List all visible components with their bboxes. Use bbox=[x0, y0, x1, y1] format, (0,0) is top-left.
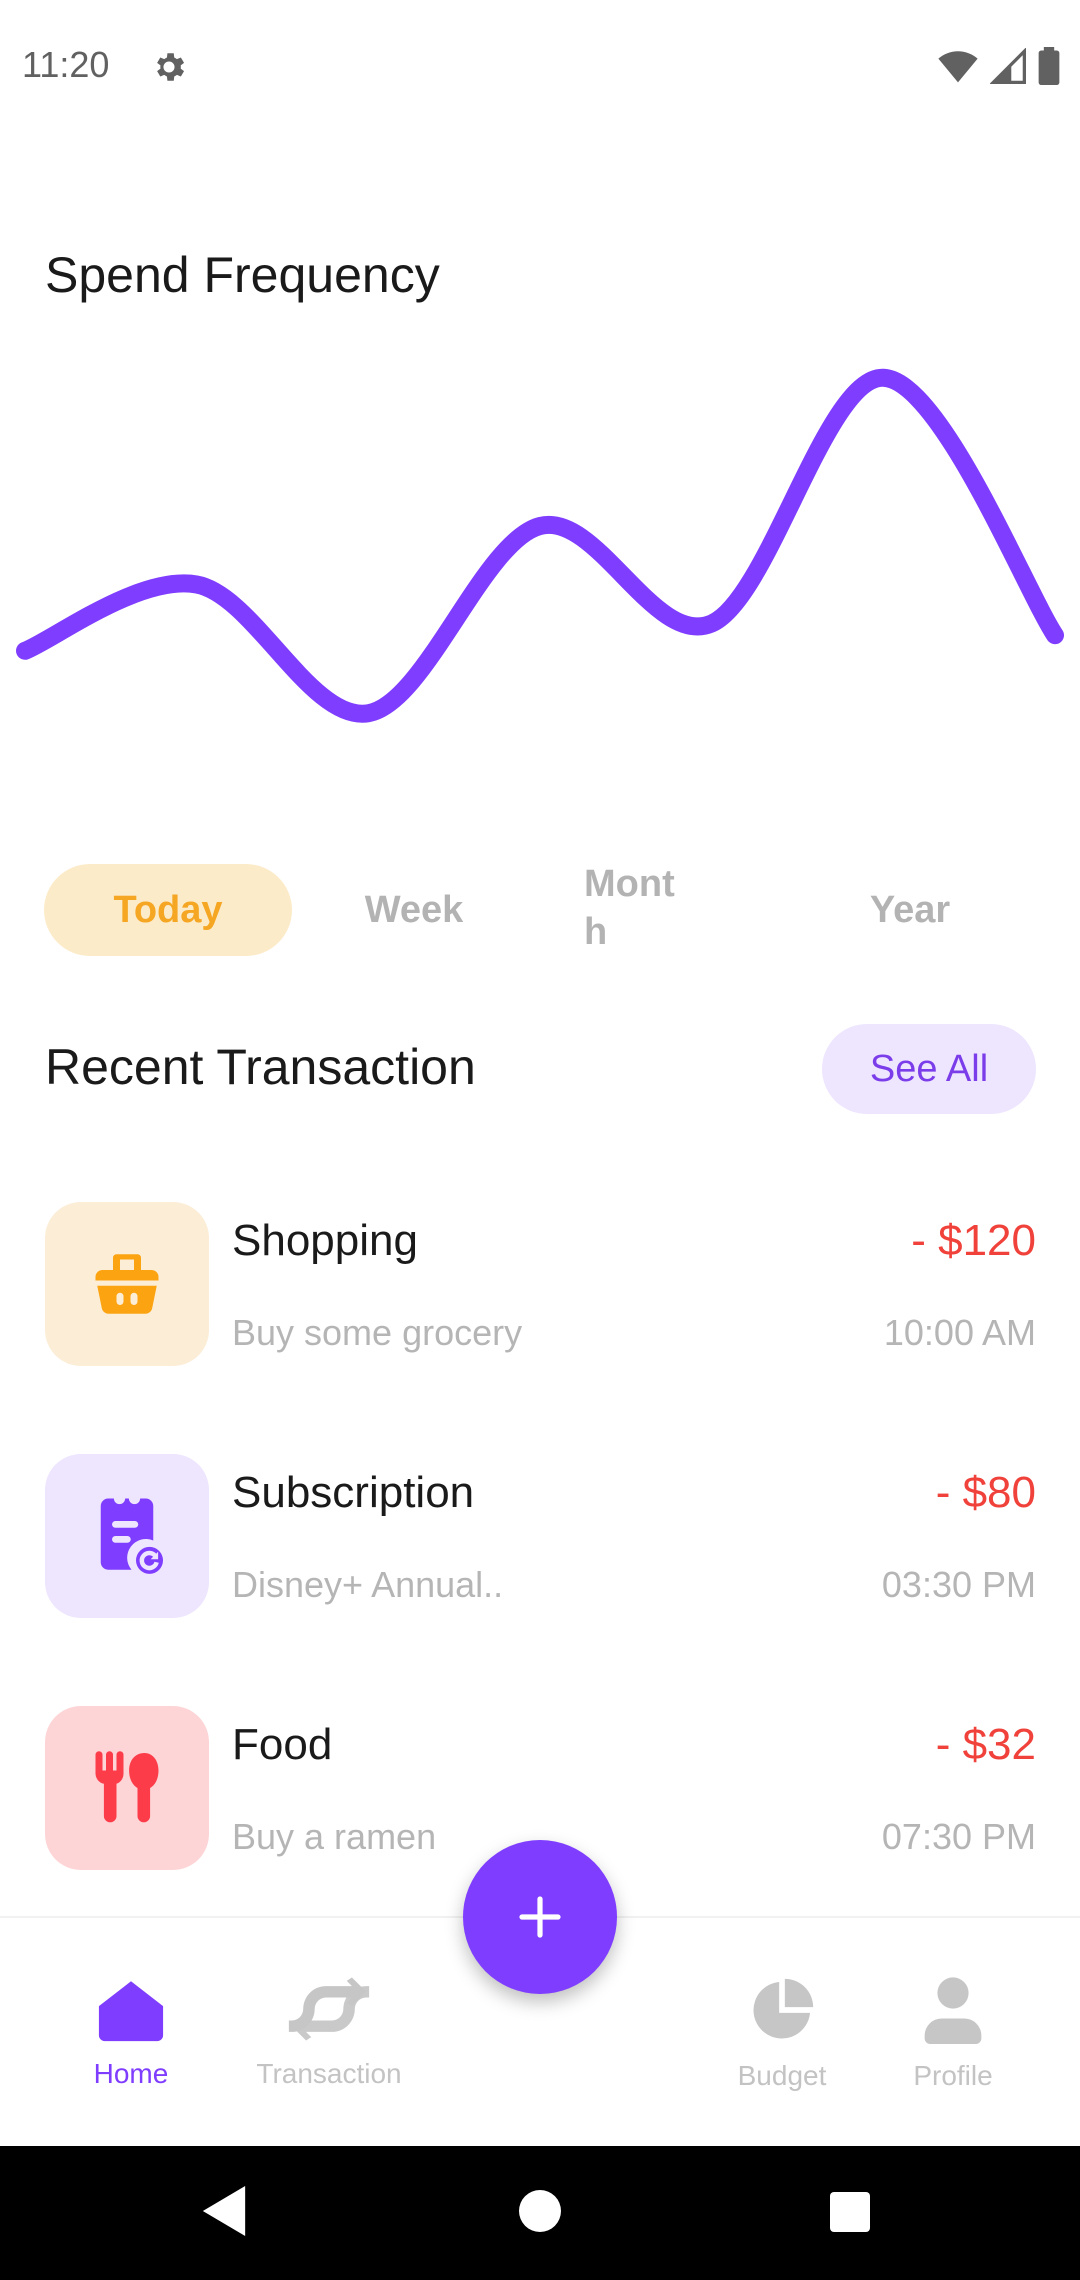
spend-frequency-chart bbox=[16, 368, 1064, 723]
plus-icon bbox=[519, 1896, 561, 1938]
battery-icon bbox=[1038, 47, 1060, 85]
nav-profile-label: Profile bbox=[913, 2060, 993, 2091]
tx-time-shopping: 10:00 AM bbox=[883, 1312, 1036, 1353]
tx-desc-food: Buy a ramen bbox=[232, 1816, 437, 1857]
recents-square-icon[interactable] bbox=[830, 2192, 870, 2232]
tx-amount-subscription: - $80 bbox=[935, 1468, 1036, 1517]
tab-year-label: Year bbox=[869, 888, 951, 931]
nav-budget-label: Budget bbox=[737, 2060, 827, 2091]
system-nav-bar bbox=[0, 2146, 1080, 2280]
tx-amount-shopping: - $120 bbox=[911, 1216, 1036, 1265]
shopping-basket-icon bbox=[95, 1254, 159, 1314]
tab-today[interactable]: Today bbox=[44, 864, 292, 956]
subscription-icon bbox=[100, 1498, 163, 1574]
nav-transaction-label: Transaction bbox=[256, 2058, 402, 2089]
spend-line bbox=[16, 368, 1064, 723]
profile-icon bbox=[924, 1977, 982, 2044]
pie-chart-icon bbox=[753, 1978, 814, 2039]
shopping-icon-box bbox=[45, 1202, 209, 1366]
nav-transaction[interactable]: Transaction bbox=[244, 1976, 414, 2090]
tx-name-shopping: Shopping bbox=[232, 1216, 418, 1265]
status-time: 11:20 bbox=[22, 44, 110, 85]
nav-profile[interactable]: Profile bbox=[868, 1976, 1038, 2092]
home-circle-icon[interactable] bbox=[519, 2190, 561, 2232]
status-icons bbox=[938, 46, 1060, 86]
tab-month-label: Mont h bbox=[584, 863, 675, 953]
recent-transaction-title: Recent Transaction bbox=[45, 1039, 476, 1095]
nav-budget[interactable]: Budget bbox=[697, 1976, 867, 2092]
settings-gear-icon bbox=[157, 53, 185, 81]
tx-desc-subscription: Disney+ Annual.. bbox=[232, 1564, 504, 1605]
wifi-icon bbox=[938, 51, 978, 83]
tab-week-label: Week bbox=[364, 888, 464, 931]
cellular-signal-icon bbox=[990, 48, 1026, 84]
tx-amount-food: - $32 bbox=[935, 1720, 1036, 1769]
nav-home[interactable]: Home bbox=[46, 1976, 216, 2090]
page-title: Spend Frequency bbox=[45, 247, 440, 303]
back-icon[interactable] bbox=[202, 2186, 246, 2236]
home-icon bbox=[98, 1981, 164, 2042]
tx-desc-shopping: Buy some grocery bbox=[232, 1312, 523, 1353]
tx-name-subscription: Subscription bbox=[232, 1468, 475, 1517]
food-icon-box bbox=[45, 1706, 209, 1870]
tx-time-subscription: 03:30 PM bbox=[881, 1564, 1036, 1605]
restaurant-icon bbox=[95, 1751, 159, 1823]
transaction-icon bbox=[288, 1977, 370, 2041]
tx-time-food: 07:30 PM bbox=[881, 1816, 1036, 1857]
nav-home-label: Home bbox=[93, 2058, 169, 2089]
subscription-icon-box bbox=[45, 1454, 209, 1618]
add-fab-button[interactable] bbox=[463, 1840, 617, 1994]
tab-year[interactable]: Year bbox=[790, 864, 1030, 956]
tab-month[interactable]: Mont h bbox=[584, 862, 714, 954]
tab-week[interactable]: Week bbox=[292, 864, 536, 956]
see-all-button[interactable]: See All bbox=[822, 1024, 1036, 1114]
tx-name-food: Food bbox=[232, 1720, 333, 1769]
tab-today-label: Today bbox=[113, 888, 223, 931]
